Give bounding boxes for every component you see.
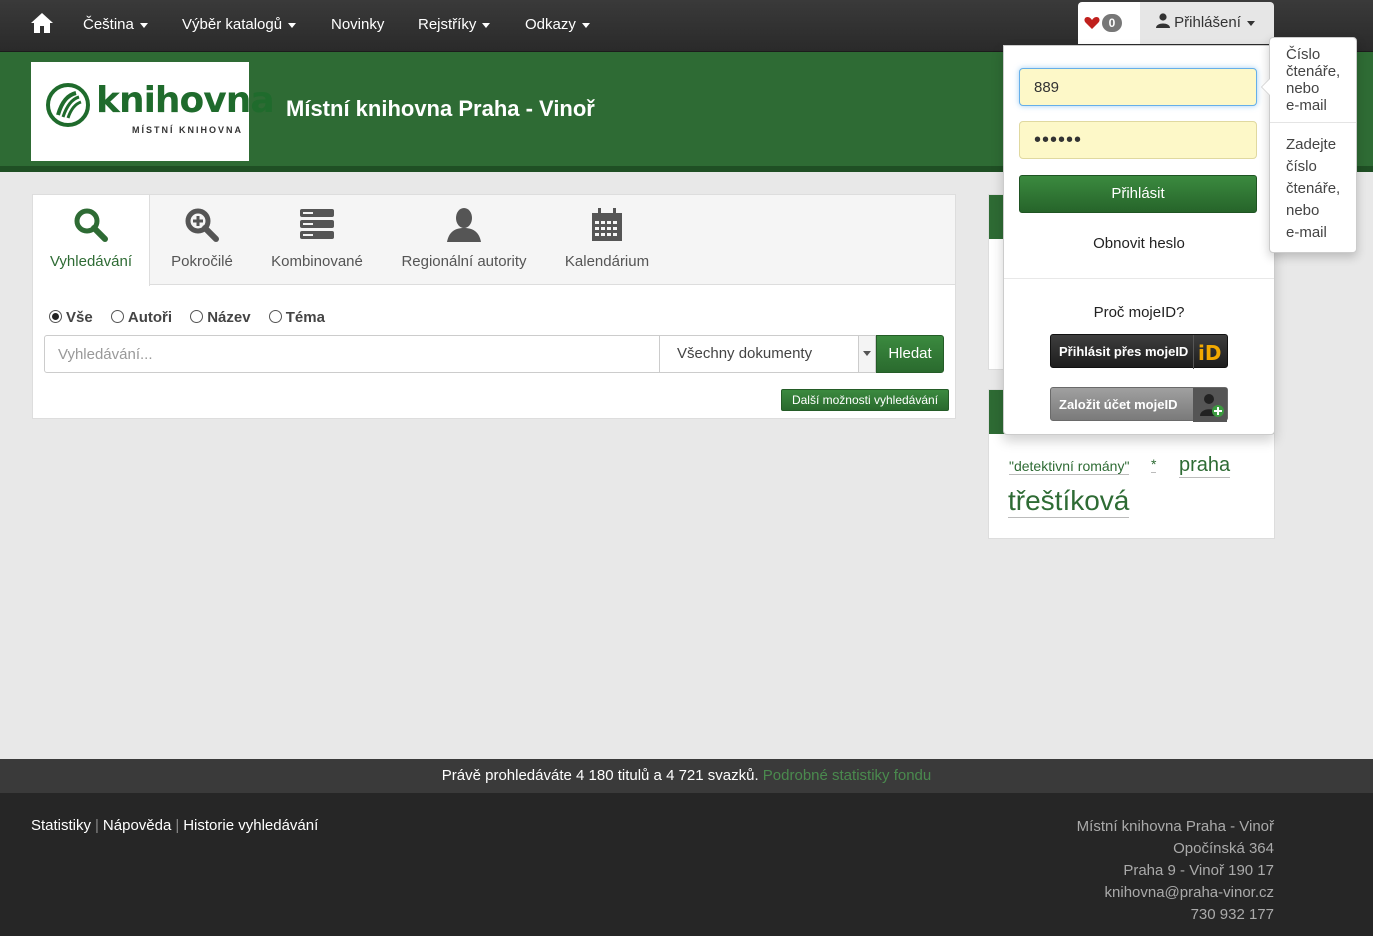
footer-links: Statistiky | Nápověda | Historie vyhledávání xyxy=(31,817,319,834)
email-link[interactable]: knihovna@praha-vinor.cz xyxy=(1077,882,1274,904)
login-dropdown: Přihlásit Obnovit heslo Proč mojeID? Při… xyxy=(1003,45,1275,435)
chevron-down-icon xyxy=(288,22,297,28)
mojeid-login-button[interactable]: Přihlásit přes mojeID iD xyxy=(1050,334,1228,369)
password-input[interactable] xyxy=(1019,121,1257,159)
radio-title[interactable]: Název xyxy=(190,309,251,326)
tooltip-title: Číslo čtenáře, nebo e-mail xyxy=(1286,46,1341,114)
reset-password-link[interactable]: Obnovit heslo xyxy=(1004,235,1274,252)
detailed-stats-link[interactable]: Podrobné statistiky fondu xyxy=(763,767,931,784)
tab-calendar[interactable]: Kalendárium xyxy=(554,195,660,285)
search-input[interactable] xyxy=(44,335,660,373)
footer-link-search-history[interactable]: Historie vyhledávání xyxy=(183,817,318,834)
catalog-menu[interactable]: Výběr katalogů xyxy=(182,0,297,50)
language-menu[interactable]: Čeština xyxy=(83,0,148,50)
favorites-count-badge: 0 xyxy=(1102,14,1122,32)
chevron-down-icon xyxy=(581,22,590,28)
document-type-select[interactable]: Všechny dokumenty xyxy=(659,335,876,373)
chevron-down-icon xyxy=(1246,20,1255,26)
footer-link-help[interactable]: Nápověda xyxy=(103,817,171,834)
tooltip-body: Zadejte číslo čtenáře, nebo e-mail xyxy=(1286,136,1341,241)
search-tabs: Vyhledávání Pokročilé Kombinované Region… xyxy=(33,195,955,286)
news-link[interactable]: Novinky xyxy=(331,0,384,50)
logo-emblem-icon xyxy=(46,83,90,127)
home-button[interactable] xyxy=(30,0,54,50)
chevron-down-icon xyxy=(858,336,875,372)
calendar-icon xyxy=(592,208,622,241)
person-icon xyxy=(447,208,481,242)
search-panel: Vyhledávání Pokročilé Kombinované Region… xyxy=(32,194,956,419)
mojeid-logo-icon: iD xyxy=(1193,335,1227,369)
heart-icon xyxy=(1084,17,1100,29)
chevron-down-icon xyxy=(482,22,491,28)
dropdown-divider xyxy=(1004,278,1274,279)
radio-authors[interactable]: Autoři xyxy=(110,309,172,326)
indexes-menu[interactable]: Rejstříky xyxy=(418,0,491,50)
radio-all[interactable]: Vše xyxy=(49,309,93,326)
login-dropdown-toggle[interactable]: Přihlášení xyxy=(1140,2,1274,44)
reader-number-input[interactable] xyxy=(1019,68,1257,106)
home-icon xyxy=(31,13,53,34)
svg-text:iD: iD xyxy=(1198,341,1221,365)
mojeid-create-account-button[interactable]: Založit účet mojeID xyxy=(1050,387,1228,422)
tag-cloud-item[interactable]: "detektivní romány" xyxy=(1009,458,1130,475)
stats-text: Právě prohledáváte 4 180 titulů a 4 721 … xyxy=(441,767,759,784)
search-button[interactable]: Hledat xyxy=(876,335,944,373)
tag-cloud-item[interactable]: * xyxy=(1151,456,1157,473)
tab-regional-authorities[interactable]: Regionální autority xyxy=(390,195,538,285)
links-menu[interactable]: Odkazy xyxy=(525,0,590,50)
tab-advanced[interactable]: Pokročilé xyxy=(150,195,254,285)
stack-icon xyxy=(300,209,334,239)
more-search-options-button[interactable]: Další možnosti vyhledávání xyxy=(781,389,949,411)
site-footer: Statistiky | Nápověda | Historie vyhledávání… xyxy=(0,793,1373,936)
field-tooltip: Číslo čtenáře, nebo e-mail Zadejte číslo… xyxy=(1261,37,1357,253)
logo-wordmark: knihovna xyxy=(96,80,275,121)
search-icon xyxy=(74,208,108,242)
search-scope-radios: Vše Autoři Název Téma xyxy=(49,309,339,326)
logo-subtitle: MÍSTNÍ KNIHOVNA xyxy=(132,125,243,135)
radio-subject[interactable]: Téma xyxy=(268,309,325,326)
tag-cloud-item[interactable]: třeštíková xyxy=(1008,485,1130,518)
tab-combined[interactable]: Kombinované xyxy=(254,195,380,285)
zoom-in-icon xyxy=(185,208,219,242)
add-user-icon xyxy=(1193,388,1227,422)
collection-stats-bar: Právě prohledáváte 4 180 titulů a 4 721 … xyxy=(0,759,1373,793)
tag-cloud-item[interactable]: praha xyxy=(1179,454,1231,478)
page-title: Místní knihovna Praha - Vinoř xyxy=(286,96,595,121)
user-icon xyxy=(1156,13,1170,28)
footer-link-statistics[interactable]: Statistiky xyxy=(31,817,91,834)
library-address: Místní knihovna Praha - Vinoř Opočínská … xyxy=(1076,818,1274,923)
library-logo[interactable]: knihovna MÍSTNÍ KNIHOVNA xyxy=(31,62,275,161)
chevron-down-icon xyxy=(139,22,148,28)
why-mojeid-link[interactable]: Proč mojeID? xyxy=(1004,304,1274,321)
tab-search[interactable]: Vyhledávání xyxy=(33,195,150,286)
favorites-button[interactable]: 0 xyxy=(1078,2,1140,44)
login-submit-button[interactable]: Přihlásit xyxy=(1019,175,1257,213)
